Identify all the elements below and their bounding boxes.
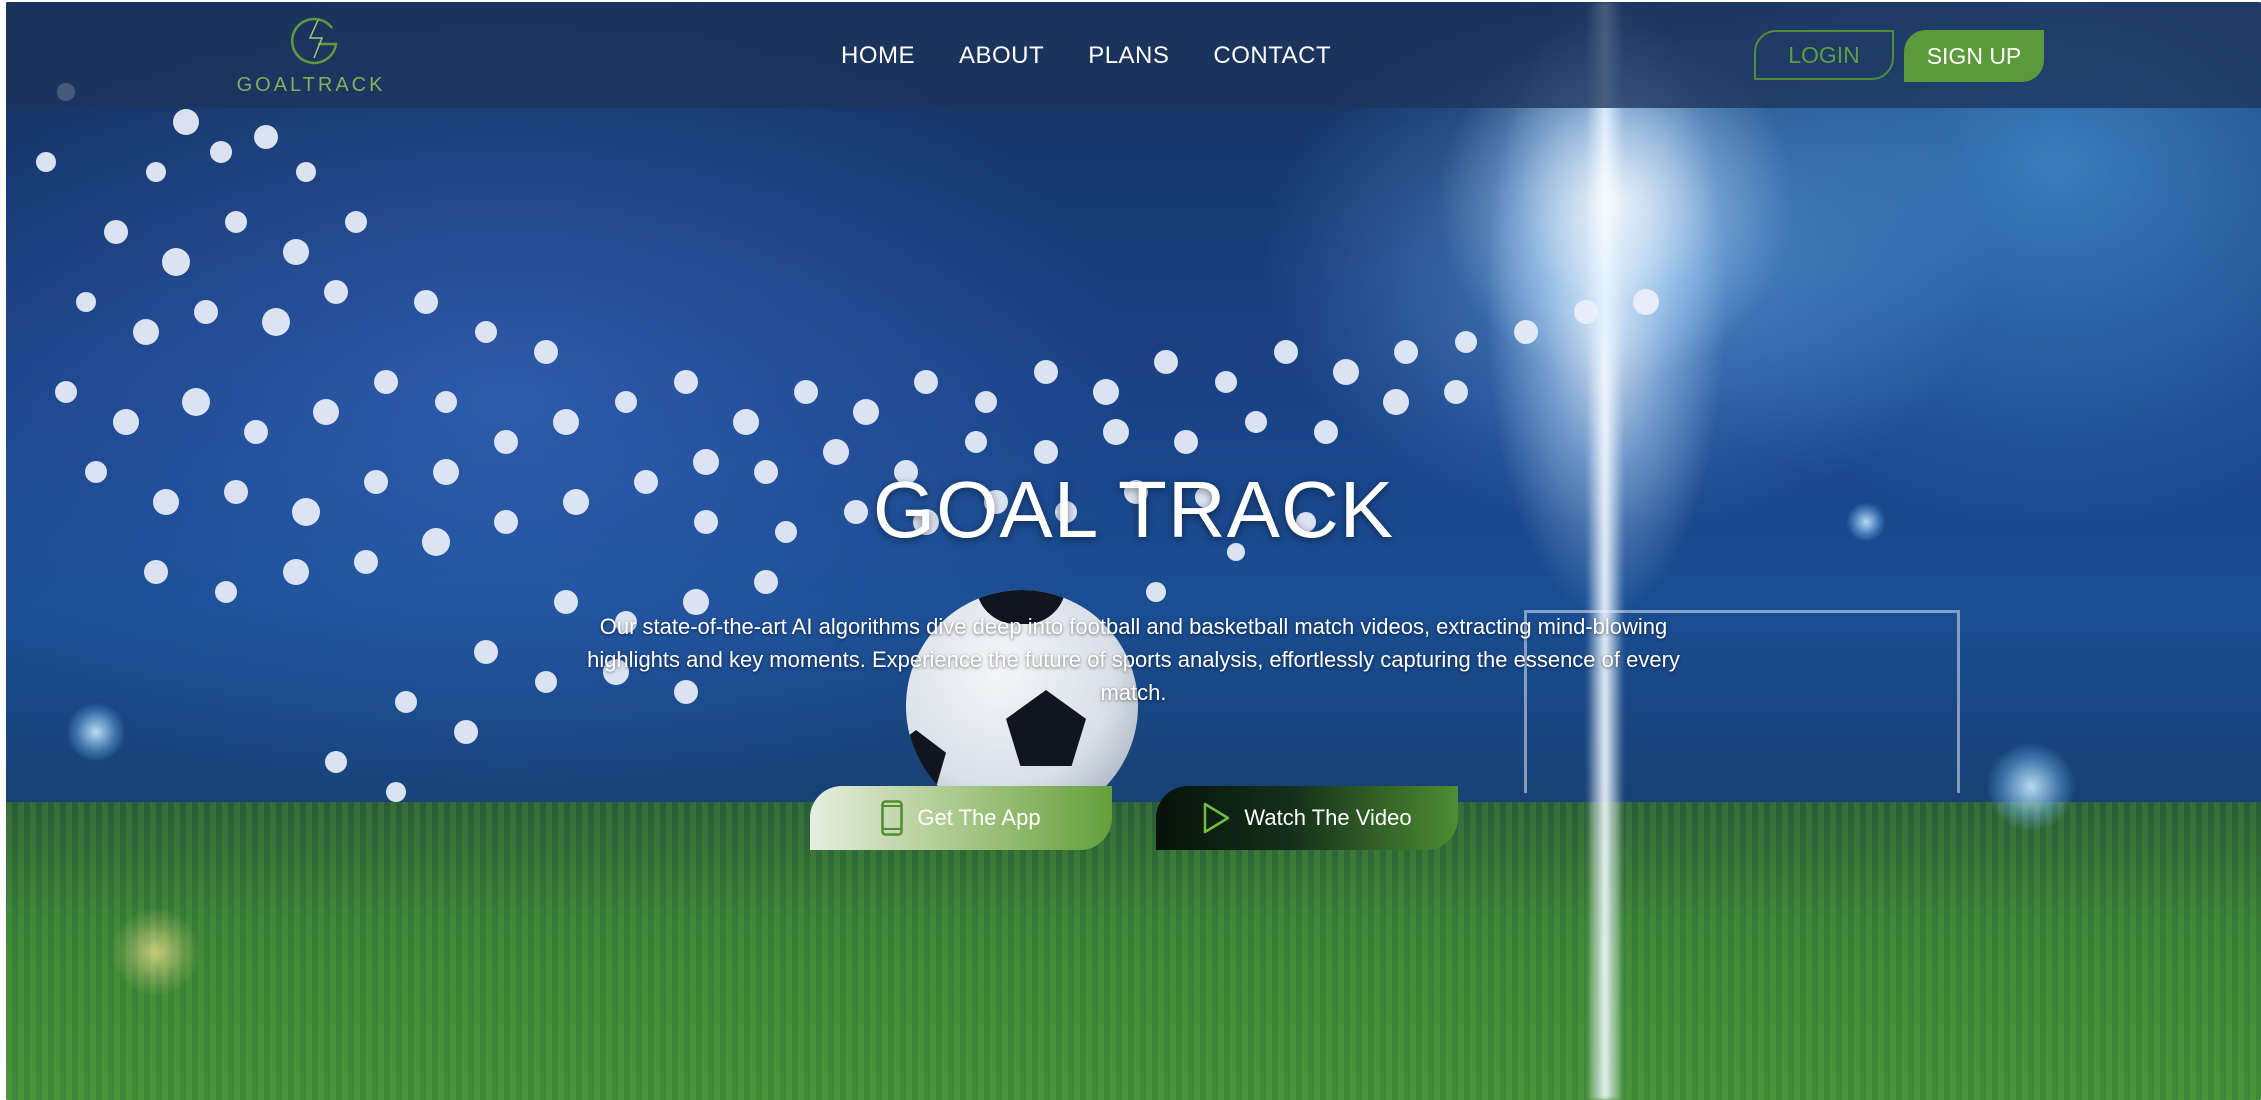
- main-nav: HOME ABOUT PLANS CONTACT: [841, 42, 1331, 70]
- brand-logo[interactable]: GOALTRACK: [236, 10, 386, 100]
- nav-contact[interactable]: CONTACT: [1213, 42, 1331, 70]
- lens-flare: [111, 907, 201, 997]
- nav-about[interactable]: ABOUT: [959, 42, 1044, 70]
- hero-description: Our state-of-the-art AI algorithms dive …: [587, 614, 1680, 705]
- logo-g-icon: [291, 17, 338, 65]
- grass-field: [6, 802, 2261, 1100]
- hero-title: GOAL TRACK: [872, 465, 1395, 554]
- login-button[interactable]: LOGIN: [1754, 30, 1894, 80]
- nav-plans[interactable]: PLANS: [1088, 42, 1169, 70]
- nav-home[interactable]: HOME: [841, 42, 915, 70]
- play-icon: [1204, 802, 1230, 834]
- get-the-app-button[interactable]: Get The App: [810, 786, 1112, 850]
- top-navbar: GOALTRACK HOME ABOUT PLANS CONTACT LOGIN…: [6, 2, 2261, 108]
- watch-the-video-button[interactable]: Watch The Video: [1156, 786, 1458, 850]
- lens-flare: [66, 702, 126, 762]
- get-the-app-label: Get The App: [917, 805, 1041, 830]
- lens-flare: [1986, 742, 2076, 832]
- watch-the-video-label: Watch The Video: [1244, 805, 1412, 830]
- signup-button[interactable]: SIGN UP: [1904, 30, 2044, 82]
- logo-wordmark: GOALTRACK: [236, 74, 386, 96]
- smartphone-icon: [881, 800, 904, 836]
- page-frame: GOALTRACK HOME ABOUT PLANS CONTACT LOGIN…: [6, 2, 2261, 1100]
